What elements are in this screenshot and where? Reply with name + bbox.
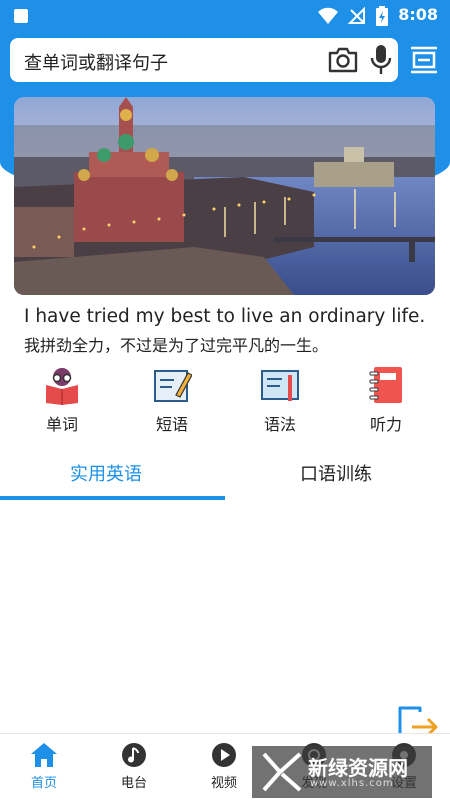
camera-icon[interactable] [328, 47, 358, 73]
nav-radio[interactable]: 电台 [104, 742, 164, 791]
wifi-icon [318, 7, 338, 24]
category-phrases[interactable]: 短语 [132, 365, 212, 435]
city-night-photo [14, 97, 435, 295]
notification-icon [14, 9, 28, 23]
status-bar: 8:08 [0, 0, 450, 32]
menu-icon[interactable] [408, 44, 440, 76]
search-input[interactable]: 查单词或翻译句子 [24, 49, 168, 75]
category-label: 语法 [263, 415, 296, 434]
no-signal-icon [348, 7, 365, 24]
music-note-icon [122, 743, 146, 767]
battery-icon [376, 6, 388, 26]
nav-label: 视频 [210, 776, 237, 791]
watermark-title: 新绿资源网 [308, 756, 408, 780]
search-box[interactable]: 查单词或翻译句子 [10, 38, 398, 82]
category-label: 听力 [369, 415, 402, 434]
book-reader-icon [46, 368, 78, 405]
category-label: 单词 [45, 415, 78, 434]
watermark-logo-icon [262, 752, 302, 792]
status-time: 8:08 [398, 5, 438, 24]
notebook-icon [369, 367, 402, 403]
watermark-subtitle: www.xlhs.com [310, 778, 394, 789]
tab-active-indicator [0, 496, 225, 500]
board-pen-icon [261, 370, 299, 401]
play-icon [212, 743, 236, 767]
nav-video[interactable]: 视频 [194, 742, 254, 791]
microphone-icon[interactable] [370, 44, 392, 76]
tab-practical-english[interactable]: 实用英语 [70, 460, 142, 486]
nav-label: 电台 [120, 776, 147, 791]
category-words[interactable]: 单词 [22, 365, 102, 435]
pencil-note-icon [154, 370, 192, 402]
category-label: 短语 [155, 415, 188, 434]
home-icon [31, 743, 57, 767]
quote-chinese: 我拼劲全力，不过是为了过完平凡的一生。 [24, 336, 329, 355]
tab-speaking-training[interactable]: 口语训练 [300, 460, 372, 486]
quote-english: I have tried my best to live an ordinary… [24, 306, 426, 327]
category-grammar[interactable]: 语法 [240, 365, 320, 435]
watermark: 新绿资源网 www.xlhs.com [252, 746, 432, 798]
nav-label: 首页 [30, 776, 57, 791]
banner-image[interactable] [14, 97, 435, 295]
category-listening[interactable]: 听力 [346, 365, 426, 435]
nav-home[interactable]: 首页 [14, 742, 74, 791]
